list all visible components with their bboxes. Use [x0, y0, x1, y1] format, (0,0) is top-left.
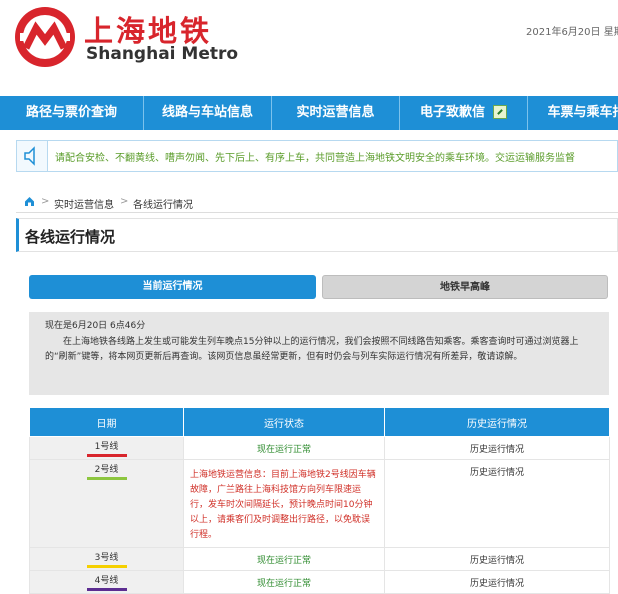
line-cell: 3号线 [29, 547, 184, 571]
line-name: 2号线 [94, 465, 119, 475]
line-status-table: 日期 运行状态 历史运行情况 1号线 现在运行正常 历史运行情况 2号线 上海地… [29, 407, 610, 594]
chevron-right-icon: > [120, 196, 129, 207]
line-name: 4号线 [94, 576, 119, 586]
nav-route-fare[interactable]: 路径与票价查询 [0, 96, 144, 130]
table-row: 2号线 上海地铁运营信息：目前上海地铁2号线因车辆故障，广兰路往上海科技馆方向列… [29, 459, 610, 548]
tab-morning-peak[interactable]: 地铁早高峰 [322, 275, 608, 299]
nav-realtime-ops[interactable]: 实时运营信息 [272, 96, 400, 130]
announcement-ticker: 请配合安检、不翻黄线、嘈声勿闻、先下后上、有序上车，共同营造上海地铁文明安全的乘… [16, 140, 618, 172]
page-title: 各线运行情况 [25, 228, 116, 246]
notice-message: 在上海地铁各线路上发生或可能发生列车晚点15分钟以上的运行情况，我们会按照不同线… [45, 337, 579, 362]
tab-current-status[interactable]: 当前运行情况 [29, 275, 316, 299]
table-row: 1号线 现在运行正常 历史运行情况 [29, 436, 610, 460]
speaker-icon [17, 141, 48, 171]
notice-box: 现在是6月20日 6点46分 在上海地铁各线路上发生或可能发生列车晚点15分钟以… [29, 312, 609, 395]
table-row: 4号线 现在运行正常 历史运行情况 [29, 570, 610, 594]
status-cell: 现在运行正常 [183, 547, 385, 571]
line-name: 3号线 [94, 553, 119, 563]
site-header: 上海地铁 Shanghai Metro 2021年6月20日 星期日 [0, 0, 618, 96]
edit-icon [493, 104, 507, 119]
chevron-right-icon: > [41, 196, 50, 207]
breadcrumb-current: 各线运行情况 [133, 200, 193, 211]
line-cell: 1号线 [29, 436, 184, 460]
header-date: 2021年6月20日 星期日 [526, 27, 618, 38]
nav-ticket-guide[interactable]: 车票与乘车指南 [528, 96, 618, 130]
nav-line-station[interactable]: 线路与车站信息 [144, 96, 272, 130]
line-color-bar [86, 477, 127, 480]
line-name: 1号线 [94, 442, 119, 452]
line-cell: 2号线 [29, 459, 184, 548]
col-date: 日期 [29, 407, 184, 437]
history-link[interactable]: 历史运行情况 [384, 436, 610, 460]
brand-name-en: Shanghai Metro [86, 44, 239, 64]
metro-logo-icon[interactable] [14, 6, 76, 68]
home-icon[interactable] [24, 196, 35, 207]
nav-e-apology[interactable]: 电子致歉信 [400, 96, 528, 130]
ticker-text: 请配合安检、不翻黄线、嘈声勿闻、先下后上、有序上车，共同营造上海地铁文明安全的乘… [55, 153, 575, 164]
current-time: 现在是6月20日 6点46分 [45, 321, 146, 331]
status-cell: 现在运行正常 [183, 570, 385, 594]
col-status: 运行状态 [183, 407, 385, 437]
status-cell: 现在运行正常 [183, 436, 385, 460]
line-cell: 4号线 [29, 570, 184, 594]
line-color-bar [86, 454, 127, 457]
line-color-bar [86, 565, 127, 568]
history-link[interactable]: 历史运行情况 [384, 459, 610, 548]
col-history: 历史运行情况 [384, 407, 610, 437]
status-cell: 上海地铁运营信息：目前上海地铁2号线因车辆故障，广兰路往上海科技馆方向列车限速运… [183, 459, 385, 548]
table-header-row: 日期 运行状态 历史运行情况 [29, 407, 610, 437]
breadcrumb-realtime[interactable]: 实时运营信息 [54, 196, 114, 211]
main-nav: 路径与票价查询 线路与车站信息 实时运营信息 电子致歉信 车票与乘车指南 [0, 96, 618, 130]
line-color-bar [86, 588, 127, 591]
breadcrumb: > 实时运营信息 > 各线运行情况 [16, 192, 618, 213]
section-title-box: 各线运行情况 [16, 218, 618, 252]
history-link[interactable]: 历史运行情况 [384, 570, 610, 594]
table-row: 3号线 现在运行正常 历史运行情况 [29, 547, 610, 571]
history-link[interactable]: 历史运行情况 [384, 547, 610, 571]
